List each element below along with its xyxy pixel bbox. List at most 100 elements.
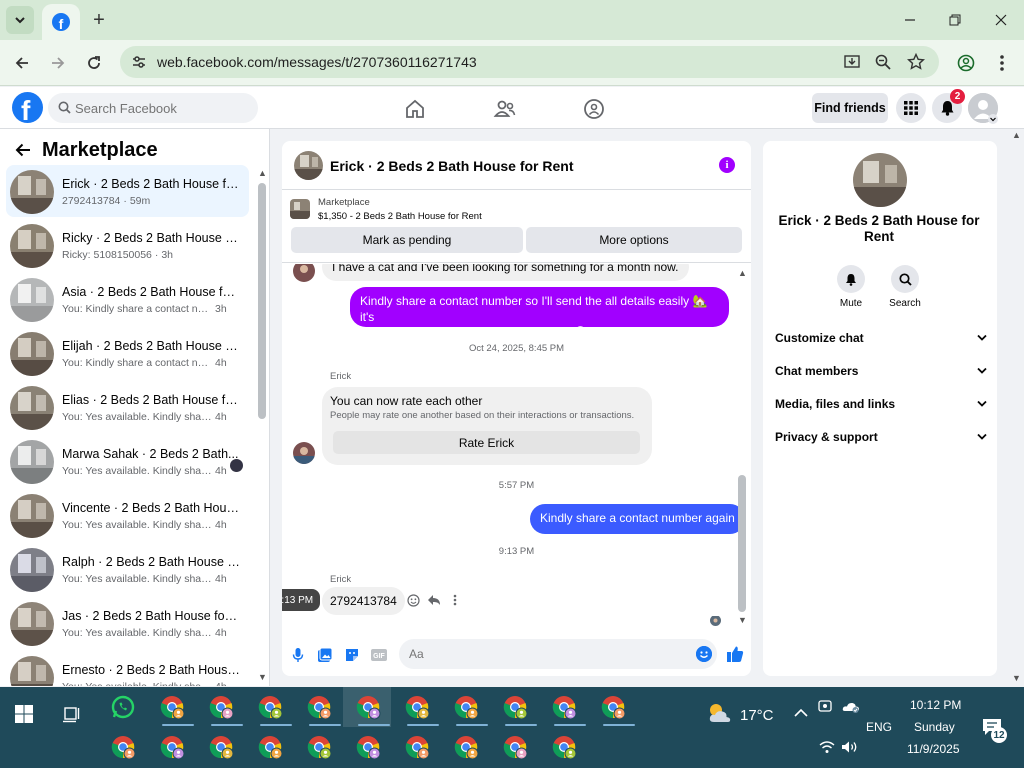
install-app-icon[interactable] xyxy=(842,52,862,72)
chrome-taskbar-icon[interactable] xyxy=(160,735,186,761)
conversation-item[interactable]: Elijah · 2 Beds 2 Bath House for ... You:… xyxy=(6,327,249,379)
chrome-taskbar-icon[interactable] xyxy=(258,735,284,761)
mute-button[interactable]: Mute xyxy=(826,265,876,309)
facebook-search-input[interactable] xyxy=(75,93,250,123)
listing-thumbnail[interactable] xyxy=(290,199,310,219)
clock-date[interactable]: 11/9/2025 xyxy=(907,742,960,756)
language-indicator[interactable]: ENG xyxy=(866,720,892,734)
gif-icon[interactable]: GIF xyxy=(370,646,388,664)
chrome-taskbar-icon[interactable] xyxy=(307,695,333,721)
scroll-up-arrow[interactable]: ▲ xyxy=(258,169,267,178)
volume-icon[interactable] xyxy=(841,740,859,754)
chevron-up-icon[interactable] xyxy=(794,708,808,718)
conversation-item[interactable]: Asia · 2 Beds 2 Bath House for ... You: K… xyxy=(6,273,249,325)
chrome-taskbar-icon[interactable] xyxy=(258,695,284,721)
message-outgoing[interactable]: Kindly share a contact number again xyxy=(530,504,745,534)
facebook-logo-icon[interactable]: f xyxy=(12,92,43,123)
conversation-item[interactable]: Ricky · 2 Beds 2 Bath House for ... Ricky… xyxy=(6,219,249,271)
info-icon[interactable]: i xyxy=(719,157,735,173)
info-section-row[interactable]: Chat members xyxy=(775,361,987,381)
conversation-item[interactable]: Elias · 2 Beds 2 Bath House for ... You: … xyxy=(6,381,249,433)
clock-time[interactable]: 10:12 PM xyxy=(910,698,961,712)
find-friends-button[interactable]: Find friends xyxy=(812,93,888,123)
groups-icon[interactable] xyxy=(582,97,606,121)
friends-icon[interactable] xyxy=(493,97,517,121)
page-scroll-down[interactable]: ▼ xyxy=(1012,673,1022,683)
conversation-item[interactable]: Jas · 2 Beds 2 Bath House for R... You: Y… xyxy=(6,597,249,649)
info-section-row[interactable]: Media, files and links xyxy=(775,394,987,414)
info-section-row[interactable]: Privacy & support xyxy=(775,427,987,447)
new-tab-button[interactable]: + xyxy=(88,9,110,31)
react-icon[interactable] xyxy=(405,592,421,608)
chrome-taskbar-icon[interactable] xyxy=(503,735,529,761)
listing-detail[interactable]: $1,350 - 2 Beds 2 Bath House for Rent xyxy=(318,211,482,222)
sticker-icon[interactable] xyxy=(343,646,361,664)
home-icon[interactable] xyxy=(403,97,427,121)
chat-scrollbar[interactable] xyxy=(738,475,746,612)
scroll-down-arrow[interactable]: ▼ xyxy=(738,616,747,625)
chrome-taskbar-icon[interactable] xyxy=(356,735,382,761)
chrome-taskbar-icon[interactable] xyxy=(601,695,627,721)
message-input-box[interactable] xyxy=(399,639,717,669)
more-vertical-icon[interactable] xyxy=(447,592,463,608)
chrome-taskbar-icon[interactable] xyxy=(552,695,578,721)
mark-pending-button[interactable]: Mark as pending xyxy=(291,227,523,253)
thumbs-up-icon[interactable] xyxy=(726,645,744,663)
chrome-taskbar-icon[interactable] xyxy=(356,695,382,721)
meet-now-icon[interactable] xyxy=(818,699,832,713)
clock-day[interactable]: Sunday xyxy=(914,720,955,734)
sidebar-scrollbar[interactable] xyxy=(258,183,266,419)
address-bar[interactable]: web.facebook.com/messages/t/270736011627… xyxy=(120,46,939,78)
chrome-taskbar-icon[interactable] xyxy=(209,735,235,761)
chat-avatar[interactable] xyxy=(294,151,323,180)
chrome-taskbar-icon[interactable] xyxy=(405,695,431,721)
sidebar-back-button[interactable] xyxy=(12,139,34,161)
browser-tab-facebook[interactable]: f xyxy=(42,4,80,40)
chrome-taskbar-icon[interactable] xyxy=(503,695,529,721)
reply-icon[interactable] xyxy=(426,592,442,608)
whatsapp-icon[interactable] xyxy=(111,695,135,719)
conversation-item[interactable]: Erick · 2 Beds 2 Bath House for ... 27924… xyxy=(6,165,249,217)
chrome-taskbar-icon[interactable] xyxy=(552,735,578,761)
windows-start-icon[interactable] xyxy=(15,705,33,723)
network-icon[interactable] xyxy=(819,740,835,754)
message-incoming[interactable]: I have a cat and I've been looking for s… xyxy=(322,264,689,281)
close-window-button[interactable] xyxy=(987,6,1015,34)
menu-button[interactable] xyxy=(896,93,926,123)
chrome-taskbar-icon[interactable] xyxy=(111,735,137,761)
weather-icon[interactable] xyxy=(706,701,734,725)
message-input[interactable] xyxy=(409,639,689,669)
scroll-down-arrow[interactable]: ▼ xyxy=(258,673,267,682)
contact-avatar[interactable] xyxy=(853,153,907,207)
reload-button[interactable] xyxy=(80,49,108,77)
chrome-taskbar-icon[interactable] xyxy=(307,735,333,761)
browser-menu-button[interactable] xyxy=(988,49,1016,77)
minimize-button[interactable] xyxy=(896,6,924,34)
restore-button[interactable] xyxy=(941,6,969,34)
search-conversation-button[interactable]: Search xyxy=(880,265,930,309)
conversation-item[interactable]: Marwa Sahak · 2 Beds 2 Bath... You: Yes a… xyxy=(6,435,249,487)
chrome-taskbar-icon[interactable] xyxy=(209,695,235,721)
page-scroll-up[interactable]: ▲ xyxy=(1012,130,1022,140)
info-section-row[interactable]: Customize chat xyxy=(775,328,987,348)
tab-search-button[interactable] xyxy=(6,6,34,34)
conversation-item[interactable]: Ernesto · 2 Beds 2 Bath House f... You: Y… xyxy=(6,651,249,686)
back-button[interactable] xyxy=(8,49,36,77)
chrome-taskbar-icon[interactable] xyxy=(454,695,480,721)
chrome-taskbar-icon[interactable] xyxy=(160,695,186,721)
rate-button[interactable]: Rate Erick xyxy=(333,431,640,454)
microphone-icon[interactable] xyxy=(289,646,307,664)
more-options-button[interactable]: More options xyxy=(526,227,742,253)
task-view-icon[interactable] xyxy=(62,705,82,723)
forward-button[interactable] xyxy=(44,49,72,77)
site-info-icon[interactable] xyxy=(130,53,148,71)
message-incoming[interactable]: 2792413784 xyxy=(322,587,405,615)
conversation-item[interactable]: Vincente · 2 Beds 2 Bath House ... You: Y… xyxy=(6,489,249,541)
chrome-taskbar-icon[interactable] xyxy=(454,735,480,761)
bookmark-star-icon[interactable] xyxy=(906,52,926,72)
onedrive-icon[interactable] xyxy=(842,699,860,713)
zoom-icon[interactable] xyxy=(873,52,893,72)
profile-button[interactable] xyxy=(952,49,980,77)
photo-icon[interactable] xyxy=(316,646,334,664)
emoji-icon[interactable] xyxy=(696,646,712,662)
